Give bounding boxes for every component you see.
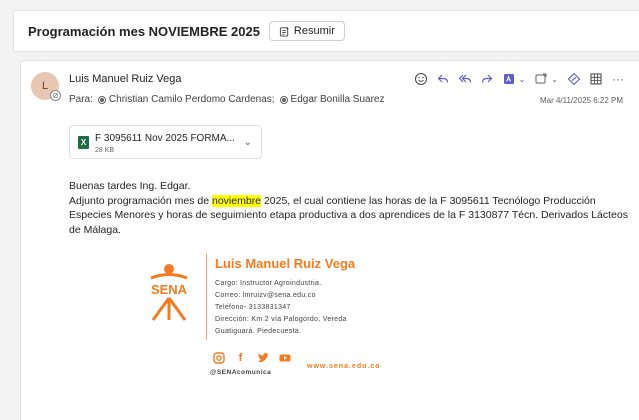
signature-locality: Guatiguará. Piedecuesta.: [215, 328, 302, 335]
contact-icon: [279, 95, 288, 104]
summarize-label: Resumir: [293, 25, 335, 37]
highlighted-word: noviembre: [212, 194, 262, 207]
sena-logo-icon: SENA: [150, 264, 188, 321]
body-greeting: Buenas tardes Ing. Edgar.: [69, 180, 191, 192]
to-label: Para:: [69, 94, 93, 105]
recipient-2[interactable]: Edgar Bonilla Suarez: [291, 94, 385, 105]
attachment-name: F 3095611 Nov 2025 FORMA...: [95, 133, 235, 144]
social-links: f: [212, 351, 291, 364]
summarize-button[interactable]: Resumir: [268, 21, 345, 41]
chevron-down-icon[interactable]: ⌄: [244, 137, 252, 148]
signature-divider: [206, 254, 207, 340]
email-signature: SENA Luis Manuel Ruiz Vega Cargo: Instru…: [136, 251, 436, 386]
attachment-size: 28 KB: [95, 147, 115, 154]
subject-bar: Programación mes NOVIEMBRE 2025 Resumir: [13, 10, 639, 52]
emoji-icon[interactable]: [412, 70, 430, 88]
instagram-icon[interactable]: [212, 351, 225, 364]
message-body: Buenas tardes Ing. Edgar. Adjunto progra…: [69, 179, 639, 237]
recipients-line: Para: Christian Camilo Perdomo Cardenas;…: [69, 94, 384, 105]
signature-address: Dirección: Km 2 vía Palogordo, Vereda: [215, 316, 347, 323]
apps-icon[interactable]: [500, 70, 518, 88]
attachment-card[interactable]: X F 3095611 Nov 2025 FORMA... 28 KB ⌄: [69, 125, 262, 159]
message-actions: ⌄ ⌄ ···: [412, 70, 627, 88]
forward-icon[interactable]: [478, 70, 496, 88]
link-icon[interactable]: [565, 70, 583, 88]
signature-cargo: Cargo: Instructor Agroindustria.: [215, 280, 322, 287]
recipient-1[interactable]: Christian Camilo Perdomo Cardenas;: [109, 94, 275, 105]
message-card: L ⊘ Luis Manuel Ruiz Vega Para: Christia…: [20, 60, 639, 420]
youtube-icon[interactable]: [278, 351, 291, 364]
message-date: Mar 4/11/2025 6:22 PM: [539, 96, 623, 105]
twitter-icon[interactable]: [256, 351, 269, 364]
summarize-icon: [279, 26, 289, 37]
signature-email[interactable]: Correo: lmruizv@sena.edu.co: [215, 290, 347, 302]
reply-all-icon[interactable]: [456, 70, 474, 88]
reply-icon[interactable]: [434, 70, 452, 88]
presence-icon: ⊘: [50, 90, 61, 101]
contact-icon: [97, 95, 106, 104]
sena-logo-text: SENA: [151, 282, 188, 297]
facebook-icon[interactable]: f: [234, 351, 247, 364]
chevron-down-icon[interactable]: ⌄: [519, 75, 526, 84]
signature-name: Luis Manuel Ruiz Vega: [215, 256, 356, 271]
avatar-initial: L: [41, 80, 49, 92]
excel-file-icon: X: [78, 136, 89, 149]
email-subject: Programación mes NOVIEMBRE 2025: [28, 23, 260, 39]
more-options-icon[interactable]: [532, 70, 550, 88]
social-handle: @SENAcomunica: [210, 369, 272, 376]
sender-name[interactable]: Luis Manuel Ruiz Vega: [69, 73, 182, 85]
body-paragraph: Adjunto programación mes de noviembre 20…: [69, 194, 639, 238]
ellipsis-icon[interactable]: ···: [609, 70, 627, 88]
signature-details: Cargo: Instructor Agroindustria. Correo:…: [215, 278, 347, 338]
chevron-down-icon[interactable]: ⌄: [551, 75, 558, 84]
signature-phone: Teléfono- 3133831347: [215, 304, 291, 311]
grid-icon[interactable]: [587, 70, 605, 88]
body-text-pre: Adjunto programación mes de: [69, 194, 212, 207]
website-link[interactable]: www.sena.edu.co: [307, 363, 380, 370]
